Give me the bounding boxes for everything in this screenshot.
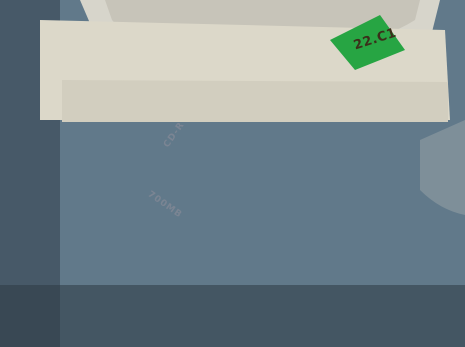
photo-scene [0,0,465,347]
case-front-panel [62,80,448,122]
desk-bottom-shadow [0,285,465,347]
